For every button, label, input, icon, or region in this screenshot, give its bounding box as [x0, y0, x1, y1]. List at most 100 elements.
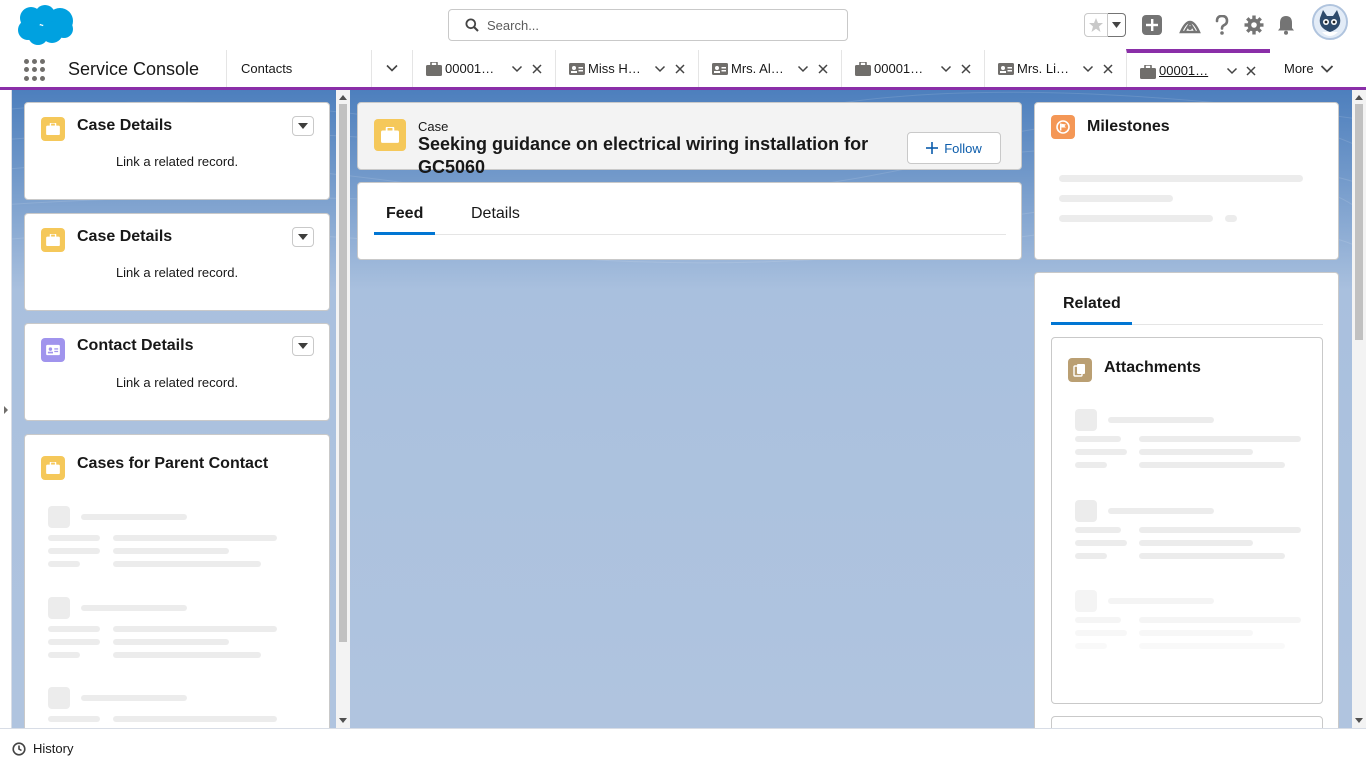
console-tab-bar: Service Console Contacts 00001… Miss H… … — [0, 49, 1366, 90]
trailhead-icon[interactable] — [1179, 14, 1201, 36]
contact-icon — [569, 63, 585, 75]
case-icon — [1140, 65, 1156, 79]
card-menu-button[interactable] — [292, 116, 314, 136]
tab-related[interactable]: Related — [1063, 295, 1121, 313]
chevron-down-icon[interactable] — [1082, 63, 1094, 75]
case-icon — [41, 228, 65, 252]
cases-for-parent-contact-card: Cases for Parent Contact — [24, 434, 330, 728]
workspace: Case Details Link a related record. Case… — [0, 90, 1366, 728]
follow-label: Follow — [944, 140, 982, 156]
tab-label: Mrs. Li… — [1017, 61, 1069, 76]
navigation-menu[interactable]: Contacts — [226, 50, 412, 87]
tab-feed[interactable]: Feed — [386, 205, 423, 223]
case-icon — [426, 62, 442, 76]
left-sidebar-scrollbar[interactable] — [336, 90, 350, 728]
favorites-dropdown-icon[interactable] — [1108, 13, 1126, 37]
scrollbar-thumb[interactable] — [339, 104, 347, 642]
close-icon[interactable] — [960, 63, 972, 75]
scroll-up-icon[interactable] — [339, 95, 347, 100]
favorites-star-icon[interactable] — [1084, 13, 1108, 37]
close-icon[interactable] — [817, 63, 829, 75]
more-tabs-button[interactable]: More — [1284, 61, 1334, 76]
chevron-down-icon[interactable] — [385, 61, 399, 75]
case-details-card: Case Details Link a related record. — [24, 213, 330, 311]
workspace-tab-1[interactable]: 00001… — [412, 50, 555, 87]
setup-gear-icon[interactable] — [1243, 14, 1265, 36]
case-icon — [855, 62, 871, 76]
tab-label: 00001… — [1159, 63, 1209, 78]
link-related-message: Link a related record. — [115, 154, 239, 169]
active-tab-indicator — [1051, 322, 1132, 325]
chevron-down-icon[interactable] — [940, 63, 952, 75]
tab-details[interactable]: Details — [471, 205, 520, 223]
tab-label: Mrs. Al… — [731, 61, 784, 76]
attachments-card: Attachments — [1051, 337, 1323, 704]
close-icon[interactable] — [1245, 65, 1257, 77]
milestones-card: Milestones — [1034, 102, 1339, 260]
history-utility-button[interactable]: History — [12, 741, 73, 756]
close-icon[interactable] — [674, 63, 686, 75]
contact-details-card: Contact Details Link a related record. — [24, 323, 330, 421]
global-actions-add-icon[interactable] — [1141, 14, 1163, 36]
case-icon — [41, 117, 65, 141]
history-label: History — [33, 741, 74, 756]
chevron-down-icon — [1320, 64, 1333, 73]
notifications-bell-icon[interactable] — [1275, 14, 1297, 36]
utility-bar: History — [0, 728, 1366, 768]
card-menu-button[interactable] — [292, 336, 314, 356]
chevron-down-icon[interactable] — [797, 63, 809, 75]
card-title: Attachments — [1104, 359, 1201, 376]
global-search[interactable] — [448, 9, 848, 41]
utility-collapse-rail[interactable] — [0, 90, 12, 728]
close-icon[interactable] — [531, 63, 543, 75]
record-main-area: Case Seeking guidance on electrical wiri… — [350, 90, 1030, 728]
card-title: Milestones — [1087, 118, 1170, 135]
search-icon — [465, 18, 479, 32]
tab-label: Miss H… — [588, 61, 641, 76]
add-icon — [926, 142, 939, 154]
help-icon[interactable] — [1211, 14, 1233, 36]
search-input[interactable] — [487, 17, 827, 33]
follow-button[interactable]: Follow — [907, 132, 1001, 164]
right-sidebar-scrollbar[interactable] — [1352, 90, 1366, 728]
record-tabs-card: Feed Details — [357, 182, 1022, 260]
right-sidebar: Milestones Related Attachments — [1030, 90, 1366, 728]
app-launcher-icon[interactable] — [24, 59, 46, 81]
user-avatar[interactable] — [1312, 4, 1348, 40]
chevron-down-icon[interactable] — [654, 63, 666, 75]
card-menu-button[interactable] — [292, 227, 314, 247]
card-title: Case Details — [77, 228, 173, 245]
scrollbar-thumb[interactable] — [1355, 104, 1363, 340]
workspace-tab-2[interactable]: Miss H… — [555, 50, 698, 87]
workspace-tab-4[interactable]: 00001… — [841, 50, 984, 87]
active-tab-indicator — [374, 232, 435, 235]
scroll-down-icon[interactable] — [339, 718, 347, 723]
more-tabs-label: More — [1284, 61, 1314, 76]
link-related-message: Link a related record. — [115, 375, 239, 390]
workspace-tab-5[interactable]: Mrs. Li… — [984, 50, 1126, 87]
contact-icon — [998, 63, 1014, 75]
case-icon — [374, 119, 406, 151]
link-related-message: Link a related record. — [115, 265, 239, 280]
case-icon — [41, 456, 65, 480]
workspace-tab-3[interactable]: Mrs. Al… — [698, 50, 841, 87]
tab-label: 00001… — [445, 61, 495, 76]
chevron-down-icon[interactable] — [511, 63, 523, 75]
attachment-file-icon — [1068, 358, 1092, 382]
favorites-group — [1084, 13, 1126, 37]
case-details-card: Case Details Link a related record. — [24, 102, 330, 200]
card-title: Case Details — [77, 117, 173, 134]
scroll-down-icon[interactable] — [1355, 718, 1363, 723]
close-icon[interactable] — [1102, 63, 1114, 75]
related-card: Related Attachments — [1034, 272, 1339, 728]
contact-icon — [41, 338, 65, 362]
workspace-tab-6-active[interactable]: 00001… — [1126, 49, 1270, 87]
tab-label: 00001… — [874, 61, 924, 76]
salesforce-cloud-logo[interactable] — [16, 4, 74, 46]
next-related-card — [1051, 716, 1323, 728]
scroll-up-icon[interactable] — [1355, 95, 1363, 100]
record-title: Seeking guidance on electrical wiring in… — [418, 134, 869, 177]
card-title: Contact Details — [77, 337, 194, 354]
chevron-down-icon[interactable] — [1226, 65, 1238, 77]
left-sidebar: Case Details Link a related record. Case… — [12, 90, 350, 728]
